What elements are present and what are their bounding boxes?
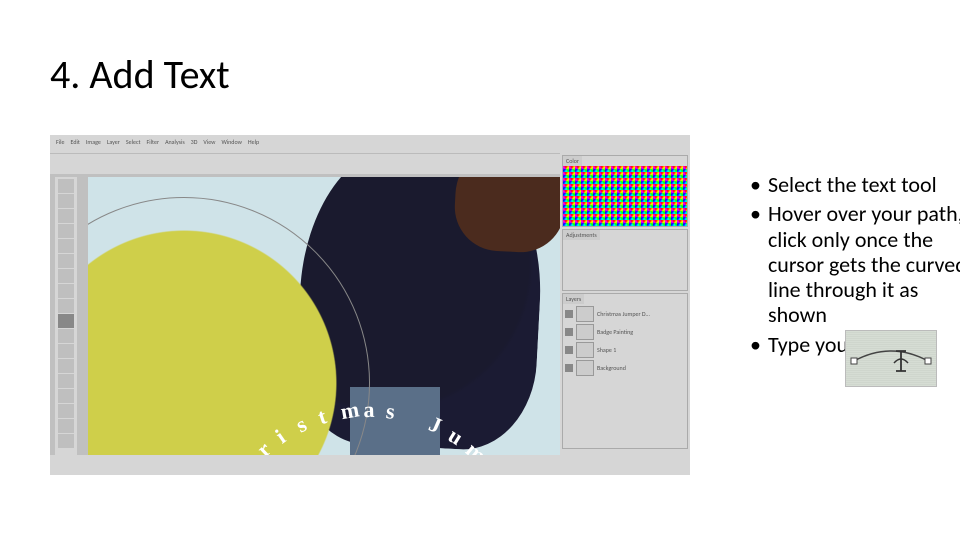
bullet-item: Select the text tool [750,172,960,197]
arc-text: Christmas Jumper Day 2015 [88,197,368,457]
ps-toolbox [55,177,77,457]
slide-title: 4. Add Text [50,50,230,99]
ps-canvas: Christmas Jumper Day 2015 [88,177,560,457]
ps-panels: Color Adjustments Layers Christmas Jumpe… [560,153,690,475]
bullet-item: Hover over your path, click only once th… [750,201,960,327]
text-tool-icon [58,314,74,328]
ps-status-bar [50,455,690,475]
cursor-example-image [845,330,937,387]
screenshot-photoshop: FileEditImageLayerSelectFilterAnalysis3D… [50,135,690,475]
ps-menubar: FileEditImageLayerSelectFilterAnalysis3D… [50,135,690,153]
